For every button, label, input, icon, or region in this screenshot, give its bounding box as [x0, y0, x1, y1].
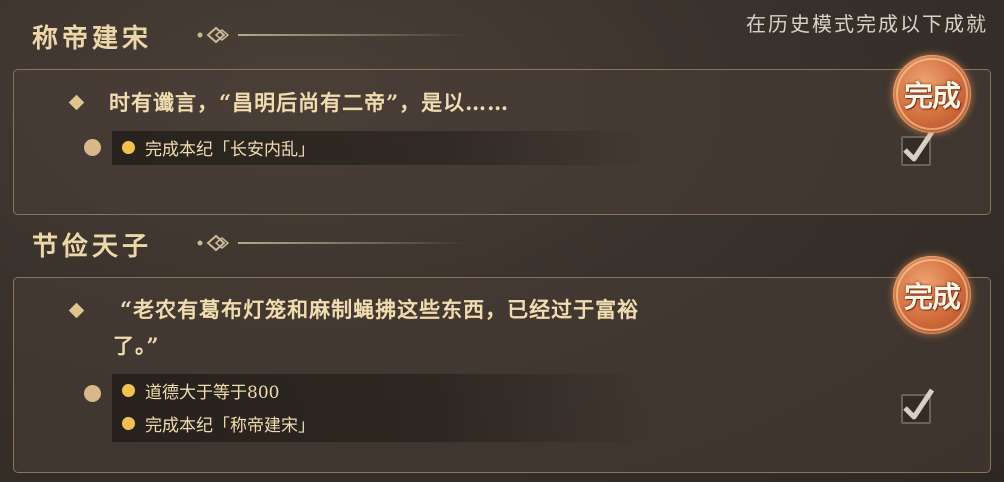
complete-seal-label: 完成: [903, 79, 961, 113]
requirement-dot-icon: [122, 416, 135, 430]
diamond-bullet-icon: [68, 302, 85, 319]
title-ornament-icon: [196, 233, 496, 253]
complete-seal-icon: 完成: [893, 256, 971, 334]
complete-seal-icon: 完成: [893, 55, 971, 133]
requirement-item: 完成本纪「长安内乱」: [122, 135, 315, 160]
requirement-text: 完成本纪「长安内乱」: [145, 139, 315, 160]
circle-bullet-icon: [84, 385, 101, 402]
achievement-title: 称帝建宋: [32, 24, 153, 54]
achievement-quote-line1: “老农有葛布灯笼和麻制蝇拂这些东西，已经过于富裕: [120, 297, 640, 322]
diamond-bullet-icon: [68, 94, 85, 111]
achievement-panel: “老农有葛布灯笼和麻制蝇拂这些东西，已经过于富裕 了。” 道德大于等于800 完…: [13, 277, 991, 473]
achievement-panel: 时有谶言，“昌明后尚有二帝”，是以…… 完成本纪「长安内乱」: [13, 69, 991, 215]
completion-checkbox: [901, 388, 935, 424]
requirement-text: 道德大于等于800: [145, 382, 280, 403]
complete-seal-label: 完成: [903, 280, 961, 314]
achievement-title: 节俭天子: [32, 232, 153, 262]
title-ornament-icon: [196, 25, 496, 45]
achievement-quote: 时有谶言，“昌明后尚有二帝”，是以……: [109, 90, 510, 115]
check-icon: [903, 388, 935, 420]
achievement-quote-line2: 了。”: [113, 333, 160, 358]
requirement-dot-icon: [122, 383, 135, 397]
requirement-item: 道德大于等于800: [122, 378, 280, 403]
requirement-item: 完成本纪「称帝建宋」: [122, 411, 315, 436]
completion-checkbox: [901, 130, 935, 166]
requirement-text: 完成本纪「称帝建宋」: [145, 415, 315, 436]
achievement-header-note: 在历史模式完成以下成就: [746, 12, 988, 36]
requirement-dot-icon: [122, 140, 135, 154]
circle-bullet-icon: [84, 139, 101, 156]
